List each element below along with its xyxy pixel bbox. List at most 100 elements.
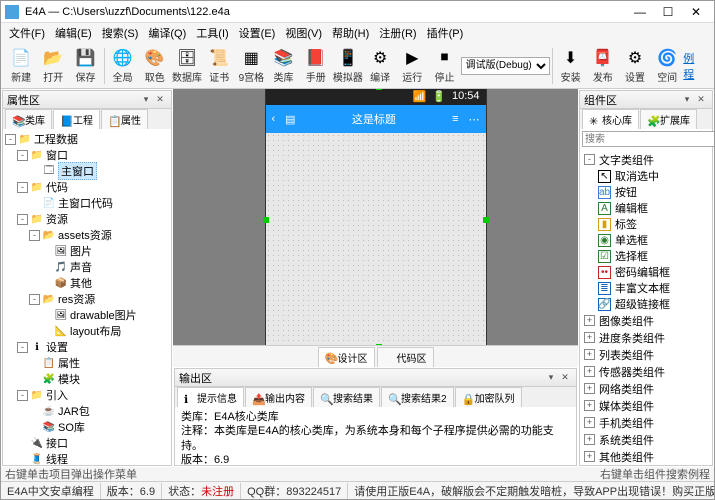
panel-dropdown-icon[interactable]: ▾ (544, 371, 558, 385)
tree-node[interactable]: 📄主窗口代码 (5, 195, 169, 211)
tool-停止[interactable]: ⏹停止 (428, 45, 460, 87)
menu-item[interactable]: 帮助(H) (328, 23, 373, 43)
project-tree[interactable]: -📁工程数据-📁窗口🗔主窗口-📁代码📄主窗口代码-📁资源-📂assets资源🖼图… (3, 129, 171, 465)
tool-空间[interactable]: 🌀空间 (651, 45, 683, 87)
component-item[interactable]: A编辑框 (582, 200, 710, 216)
tree-node[interactable]: ☕JAR包 (5, 403, 169, 419)
tab-扩展库[interactable]: 🧩扩展库 (640, 109, 697, 129)
tab-搜索结果2[interactable]: 🔍搜索结果2 (381, 387, 454, 407)
panel-close-icon[interactable]: ✕ (558, 371, 572, 385)
component-group[interactable]: +列表类组件 (582, 346, 710, 363)
tree-node[interactable]: -📁窗口 (5, 147, 169, 163)
tab-工程[interactable]: 📘工程 (53, 109, 100, 129)
component-list[interactable]: -文字类组件↖取消选中ab按钮A编辑框▮标签◉单选框☑选择框••密码编辑框≣丰富… (580, 149, 712, 465)
menu-item[interactable]: 插件(P) (423, 23, 468, 43)
component-group[interactable]: +其他类组件 (582, 448, 710, 465)
tree-node[interactable]: 🖼图片 (5, 243, 169, 259)
menu-item[interactable]: 设置(E) (235, 23, 280, 43)
tree-node[interactable]: -📂res资源 (5, 291, 169, 307)
tree-node[interactable]: -ℹ设置 (5, 339, 169, 355)
tool-类库[interactable]: 📚类库 (267, 45, 299, 87)
tool-取色[interactable]: 🎨取色 (139, 45, 171, 87)
tree-toggle[interactable]: - (29, 294, 40, 305)
more-icon[interactable]: ⋯ (469, 113, 480, 126)
tool-模拟器[interactable]: 📱模拟器 (332, 45, 364, 87)
menu-item[interactable]: 工具(I) (192, 23, 232, 43)
tool-保存[interactable]: 💾保存 (69, 45, 101, 87)
close-button[interactable]: ✕ (682, 2, 710, 22)
group-toggle[interactable]: + (584, 434, 595, 445)
panel-dropdown-icon[interactable]: ▾ (139, 93, 153, 107)
tree-toggle[interactable]: - (17, 182, 28, 193)
tab-属性[interactable]: 📋属性 (101, 109, 148, 129)
tree-node[interactable]: -📁工程数据 (5, 131, 169, 147)
component-group[interactable]: +进度条类组件 (582, 329, 710, 346)
tree-node[interactable]: 📋属性 (5, 355, 169, 371)
tab-设计区[interactable]: 🎨设计区 (318, 347, 375, 367)
minimize-button[interactable]: — (626, 2, 654, 22)
component-item[interactable]: ab按钮 (582, 184, 710, 200)
tree-toggle[interactable]: - (17, 390, 28, 401)
build-mode-select[interactable]: 调试版(Debug) (461, 57, 550, 75)
tab-输出内容[interactable]: 📤输出内容 (245, 387, 312, 407)
component-item[interactable]: ◉单选框 (582, 232, 710, 248)
component-group[interactable]: +网络类组件 (582, 380, 710, 397)
tree-node[interactable]: 📚SO库 (5, 419, 169, 435)
tree-node[interactable]: 🗔主窗口 (5, 163, 169, 179)
group-toggle[interactable]: + (584, 451, 595, 462)
tool-全局[interactable]: 🌐全局 (107, 45, 139, 87)
tree-toggle[interactable]: - (17, 214, 28, 225)
examples-link[interactable]: 例程 (683, 50, 704, 82)
tool-打开[interactable]: 📂打开 (37, 45, 69, 87)
tool-设置[interactable]: ⚙设置 (619, 45, 651, 87)
tree-toggle[interactable]: - (17, 342, 28, 353)
tab-核心库[interactable]: ✳核心库 (582, 109, 639, 129)
group-toggle[interactable]: + (584, 383, 595, 394)
tree-toggle[interactable]: - (17, 150, 28, 161)
tool-9宫格[interactable]: ▦9宫格 (235, 45, 267, 87)
tree-node[interactable]: -📁资源 (5, 211, 169, 227)
group-toggle[interactable]: + (584, 400, 595, 411)
component-search-input[interactable] (582, 131, 714, 147)
tree-node[interactable]: 🧵线程 (5, 451, 169, 465)
component-item[interactable]: 🔗超级链接框 (582, 296, 710, 312)
component-group[interactable]: +手机类组件 (582, 414, 710, 431)
menu-item[interactable]: 视图(V) (281, 23, 326, 43)
menu-item[interactable]: 编辑(E) (51, 23, 96, 43)
component-group[interactable]: -文字类组件 (582, 151, 710, 168)
component-item[interactable]: ☑选择框 (582, 248, 710, 264)
output-body[interactable]: 类库：E4A核心类库注释：本类库是E4A的核心类库，为系统本身和每个子程序提供必… (175, 407, 576, 465)
tree-node[interactable]: 🧩模块 (5, 371, 169, 387)
tab-搜索结果[interactable]: 🔍搜索结果 (313, 387, 380, 407)
phone-preview[interactable]: 📶 🔋 10:54 ‹ ▤ 这是标题 ≡ ⋯ (266, 89, 486, 345)
panel-dropdown-icon[interactable]: ▾ (680, 93, 694, 107)
group-toggle[interactable]: + (584, 349, 595, 360)
component-item[interactable]: ↖取消选中 (582, 168, 710, 184)
maximize-button[interactable]: ☐ (654, 2, 682, 22)
group-toggle[interactable]: + (584, 332, 595, 343)
tool-新建[interactable]: 📄新建 (5, 45, 37, 87)
tab-提示信息[interactable]: ℹ提示信息 (177, 387, 244, 407)
tree-toggle[interactable]: - (5, 134, 16, 145)
tool-数据库[interactable]: 🗄数据库 (171, 45, 203, 87)
tree-node[interactable]: 📦其他 (5, 275, 169, 291)
tool-安装[interactable]: ⬇安装 (555, 45, 587, 87)
tree-node[interactable]: -📁引入 (5, 387, 169, 403)
group-toggle[interactable]: - (584, 154, 595, 165)
tab-加密队列[interactable]: 🔒加密队列 (455, 387, 522, 407)
tree-node[interactable]: 📐layout布局 (5, 323, 169, 339)
panel-close-icon[interactable]: ✕ (694, 93, 708, 107)
component-group[interactable]: +系统类组件 (582, 431, 710, 448)
list-icon[interactable]: ≡ (452, 113, 458, 125)
component-item[interactable]: ▮标签 (582, 216, 710, 232)
menu-item[interactable]: 文件(F) (5, 23, 49, 43)
component-group[interactable]: +媒体类组件 (582, 397, 710, 414)
group-toggle[interactable]: + (584, 417, 595, 428)
tab-类库[interactable]: 📚类库 (5, 109, 52, 129)
tool-手册[interactable]: 📕手册 (300, 45, 332, 87)
tool-证书[interactable]: 📜证书 (203, 45, 235, 87)
panel-close-icon[interactable]: ✕ (153, 93, 167, 107)
tree-node[interactable]: -📁代码 (5, 179, 169, 195)
tab-代码区[interactable]: 代码区 (377, 347, 434, 367)
group-toggle[interactable]: + (584, 366, 595, 377)
